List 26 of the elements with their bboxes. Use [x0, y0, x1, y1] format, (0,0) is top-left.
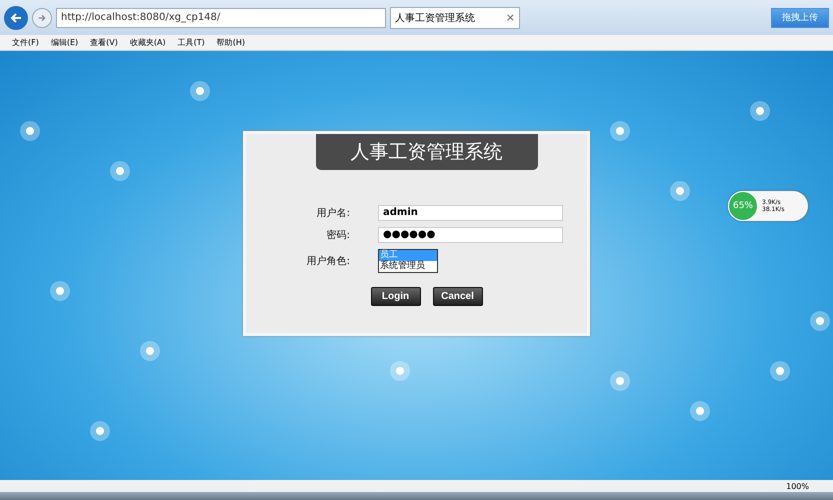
- field-label: 用户名:: [316, 206, 350, 220]
- back-button[interactable]: [4, 6, 28, 30]
- menu-item[interactable]: 帮助(H): [216, 37, 245, 48]
- menu-item[interactable]: 编辑(E): [50, 37, 78, 48]
- browser-tab[interactable]: 人事工资管理系统 ×: [390, 6, 520, 28]
- menu-item[interactable]: 工具(T): [178, 37, 205, 48]
- input-field[interactable]: admin: [378, 205, 563, 221]
- address-field[interactable]: http://localhost:8080/xg_cp148/: [56, 8, 386, 28]
- field-label: 密码:: [326, 228, 350, 242]
- zoom-level[interactable]: 100%: [786, 482, 809, 490]
- field-label: 用户角色:: [306, 254, 350, 268]
- back-arrow-icon[interactable]: [10, 12, 22, 24]
- form-button[interactable]: Cancel: [432, 287, 482, 306]
- usage-percent: 65%: [728, 191, 758, 221]
- tab-title: 人事工资管理系统: [395, 12, 475, 24]
- menu-item[interactable]: 文件(F): [12, 37, 39, 48]
- input-field[interactable]: ●●●●●●: [378, 227, 563, 243]
- forward-button[interactable]: [32, 8, 52, 28]
- role-listbox[interactable]: 员工 系统管理员: [378, 249, 438, 273]
- form-button[interactable]: Login: [370, 287, 420, 306]
- role-option[interactable]: 系统管理员: [379, 261, 437, 272]
- menu-item[interactable]: 收藏夹(A): [130, 37, 166, 48]
- menu-item[interactable]: 查看(V): [90, 37, 118, 48]
- system-title: 人事工资管理系统: [316, 134, 538, 170]
- forward-arrow-icon[interactable]: [38, 14, 46, 22]
- tab-close-button[interactable]: ×: [506, 11, 515, 24]
